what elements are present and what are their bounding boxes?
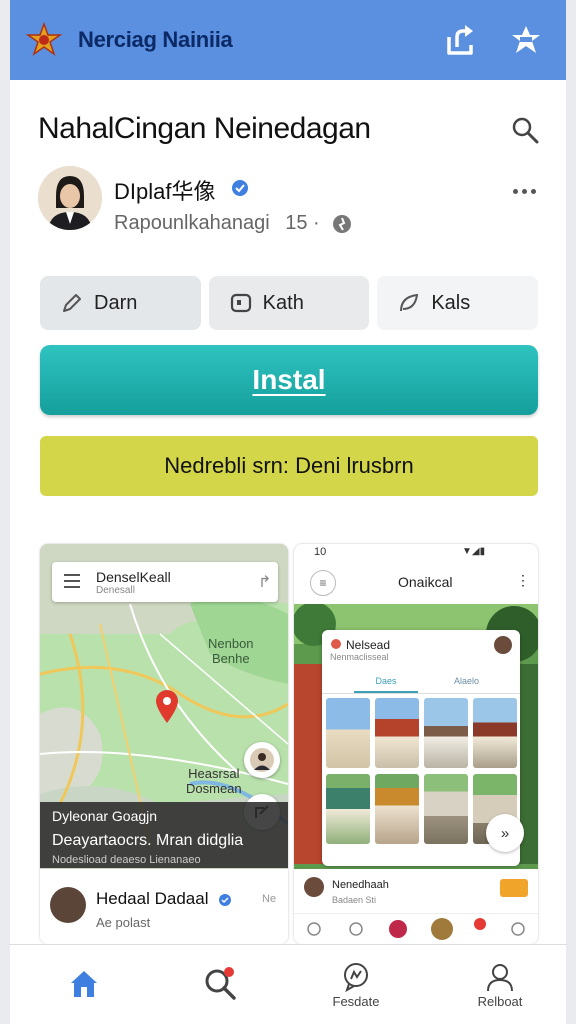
gallery-title: Onaikcal <box>398 574 453 590</box>
footer-sub: Ae polast <box>96 915 151 930</box>
photo-tile[interactable] <box>326 698 370 768</box>
tab-daes[interactable]: Daes <box>354 676 418 693</box>
person-thumb-icon <box>250 748 274 772</box>
person-icon <box>487 963 513 991</box>
screenshot-map[interactable]: DenselKeall Denesall ↱ Nenbon Benhe Heas… <box>40 544 288 944</box>
install-button[interactable]: Instal <box>40 345 538 415</box>
nav-profile[interactable]: Relboat <box>450 945 550 1024</box>
map-search-title: DenselKeall <box>96 568 171 585</box>
chip-kals[interactable]: Kals <box>377 276 539 330</box>
nav-home[interactable] <box>34 945 134 1024</box>
map-label-b: Benhe <box>211 651 250 666</box>
menu-icon[interactable]: ≡ <box>310 570 336 596</box>
gallery-footer: Nenedhaah Badaen Sti <box>294 869 538 944</box>
tab-alaelo[interactable]: Alaelo <box>454 676 479 686</box>
verified-badge-icon <box>218 893 232 912</box>
gallery-nav-icons <box>307 918 525 940</box>
photo-tile[interactable] <box>424 774 468 844</box>
footer-action-button[interactable] <box>500 879 528 897</box>
flower-icon <box>331 639 341 649</box>
chat-icon <box>344 962 368 992</box>
next-arrow-button[interactable]: » <box>486 814 524 852</box>
footer-avatar <box>304 877 324 897</box>
map-pin-icon[interactable] <box>156 690 178 729</box>
wifi-signal-icon: ▼◢▮ <box>462 546 486 557</box>
photo-tile[interactable] <box>375 774 419 844</box>
map-label-d: Dosmean <box>186 781 242 796</box>
menu-icon-middle <box>64 580 80 582</box>
footer-name: Hedaal Dadaal <box>96 889 209 908</box>
nav-profile-label: Relboat <box>477 993 523 1009</box>
screenshot-carousel[interactable]: DenselKeall Denesall ↱ Nenbon Benhe Heas… <box>40 544 538 944</box>
install-label: Instal <box>252 364 326 395</box>
photo-tile[interactable] <box>424 698 468 768</box>
nav-updates[interactable]: Fesdate <box>306 945 406 1024</box>
card-avatar <box>494 636 512 654</box>
notification-dot <box>224 967 234 977</box>
overlay-line-3: Nodeslioad deaeso Lienanaeo <box>52 854 201 866</box>
chip-darn[interactable]: Darn <box>40 276 201 330</box>
gallery-app-bar: ≡ Onaikcal ⋮ <box>294 560 538 604</box>
chip-kath[interactable]: Kath <box>208 276 370 330</box>
bookmark-star-icon[interactable] <box>500 14 552 66</box>
developer-meta: Rapounlkahanagi 15 · <box>114 212 320 235</box>
map-label-c: Heasrsal <box>188 766 240 781</box>
map-label-a: Nenbon <box>208 636 254 651</box>
chat-square-icon <box>230 293 251 313</box>
screenshot-gallery[interactable]: 10 ▼◢▮ ≡ Onaikcal ⋮ Nelsead Nenmaclissea… <box>294 544 538 944</box>
chip-label: Darn <box>94 291 138 314</box>
status-bar: 10 <box>294 544 538 560</box>
kebab-icon[interactable]: ⋮ <box>516 572 530 589</box>
map-view: DenselKeall Denesall ↱ Nenbon Benhe Heas… <box>40 544 288 869</box>
page-title: NahalCingan Neinedagan <box>38 112 371 145</box>
developer-meta-text: Rapounlkahanagi <box>114 212 270 234</box>
action-chips: Darn Kath Kals <box>40 276 539 330</box>
developer-name[interactable]: DIplaf华像 <box>114 174 215 206</box>
profile-fab[interactable] <box>244 742 280 778</box>
app-title: Nerciag Nainiia <box>78 27 233 52</box>
map-footer: Hedaal Dadaal Ae polast Ne <box>40 869 288 944</box>
footer-sub: Badaen Sti <box>332 895 377 905</box>
developer-meta-count: 15 · <box>285 212 320 234</box>
more-options-icon[interactable] <box>504 176 544 206</box>
globe-icon <box>332 214 352 239</box>
developer-avatar[interactable] <box>38 166 102 230</box>
map-search-sub: Denesall <box>96 584 135 596</box>
share-icon[interactable] <box>434 14 486 66</box>
chip-label: Kals <box>431 291 471 314</box>
footer-tag: Ne <box>262 893 277 905</box>
footer-avatar <box>50 887 86 923</box>
card-title: Nelsead <box>346 638 391 652</box>
card-sub: Nenmaclisseal <box>330 652 389 662</box>
card-tabs: Daes Alaelo <box>322 670 520 694</box>
search-icon[interactable] <box>505 110 545 150</box>
gallery-bottom-nav <box>294 913 538 943</box>
nav-updates-label: Fesdate <box>332 993 380 1009</box>
status-time: 10 <box>314 546 327 558</box>
overlay-line-1: Dyleonar Goagjn <box>52 808 158 824</box>
leaf-icon <box>400 293 419 312</box>
map-place-label: Nenbon Benhe <box>208 636 254 666</box>
photo-tile[interactable] <box>375 698 419 768</box>
promo-banner[interactable]: Nedrebli srn: Deni lrusbrn <box>40 436 538 496</box>
directions-icon[interactable]: ↱ <box>258 572 271 592</box>
search-icon <box>205 967 236 1000</box>
photo-grid <box>326 698 517 844</box>
verified-badge-icon <box>230 178 250 203</box>
bottom-navigation: Fesdate Relboat <box>10 944 566 1024</box>
map-search-bar[interactable]: DenselKeall Denesall ↱ <box>52 562 278 602</box>
map-place-label-2: Heasrsal Dosmean <box>186 766 242 796</box>
map-info-overlay[interactable]: Dyleonar Goagjn Deayartaocrs. Mran didgl… <box>40 802 288 868</box>
app-frame: Nerciag Nainiia NahalCingan Neinedagan D… <box>10 0 566 1024</box>
photo-tile[interactable] <box>473 698 517 768</box>
logo-star-icon <box>24 20 64 60</box>
photo-tile[interactable] <box>326 774 370 844</box>
app-bar: Nerciag Nainiia <box>10 0 566 80</box>
overlay-line-2: Deayartaocrs. Mran didglia <box>52 832 244 849</box>
chip-label: Kath <box>262 291 304 314</box>
nav-search[interactable] <box>170 945 270 1024</box>
pencil-icon <box>63 294 81 312</box>
footer-name: Nenedhaah <box>332 879 389 891</box>
home-icon <box>71 971 97 997</box>
